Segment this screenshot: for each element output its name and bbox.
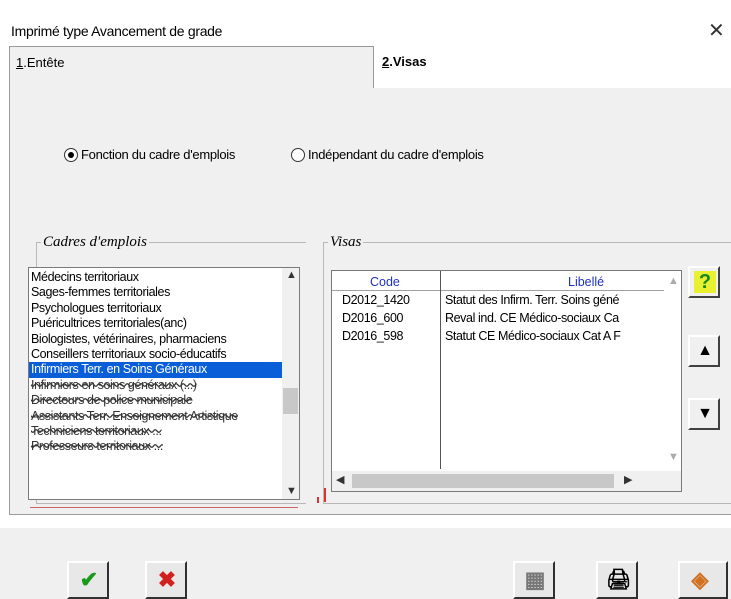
cadres-legend: Cadres d'emplois (41, 234, 149, 251)
keyboard-button[interactable]: ▦ (513, 561, 555, 599)
list-item[interactable]: Médecins territoriaux (29, 270, 283, 285)
title-bar: Imprimé type Avancement de grade ✕ (0, 0, 731, 46)
grid-header: Code Libellé (332, 271, 666, 291)
tab-entete[interactable]: 1.Entête (9, 46, 374, 88)
scroll-up-icon[interactable]: ▲ (668, 276, 679, 287)
tab-visas[interactable]: 2.Visas (374, 46, 731, 88)
radio-fonction-cadre[interactable]: Fonction du cadre d'emplois (64, 147, 235, 162)
cell-code: D2016_600 (342, 311, 404, 325)
list-item[interactable]: Biologistes, vétérinaires, pharmaciens (29, 332, 283, 347)
cell-libelle: Statut des Infirm. Terr. Soins géné (445, 293, 620, 307)
list-item[interactable]: Professeurs territoriaux ... (29, 439, 283, 454)
export-icon: ◈ (691, 567, 709, 592)
grid-horizontal-scrollbar[interactable]: ◀ ▶ (332, 471, 681, 491)
red-mark (324, 488, 326, 502)
grid-vertical-scrollbar[interactable]: ▲ ▼ (664, 271, 681, 469)
scroll-up-icon[interactable]: ▲ (286, 270, 297, 281)
help-icon: ? (694, 271, 716, 293)
cell-libelle: Statut CE Médico-sociaux Cat A F (445, 329, 621, 343)
scroll-down-icon[interactable]: ▼ (668, 452, 679, 463)
list-item[interactable]: Puéricultrices territoriales(anc) (29, 316, 283, 331)
visas-grid[interactable]: Code Libellé D2012_1420 Statut des Infirm… (331, 270, 682, 492)
tab-entete-label: 1.Entête (16, 55, 65, 70)
visas-legend: Visas (328, 234, 364, 251)
window-title: Imprimé type Avancement de grade (11, 23, 223, 39)
column-header-code[interactable]: Code (370, 275, 400, 289)
scroll-thumb[interactable] (283, 388, 298, 414)
red-mark (317, 497, 319, 503)
scroll-left-icon[interactable]: ◀ (336, 475, 344, 486)
cancel-button[interactable]: ✖ (145, 561, 187, 599)
list-item[interactable]: Conseillers territoriaux socio-éducatifs (29, 347, 283, 362)
printer-icon: 🖨 (606, 569, 632, 591)
validate-button[interactable]: ✔ (67, 561, 109, 599)
radio-fonction-cadre-label: Fonction du cadre d'emplois (81, 147, 236, 162)
radio-button[interactable] (291, 147, 305, 162)
keyboard-icon: ▦ (524, 567, 546, 592)
list-item[interactable]: Techniciens territoriaux ... (29, 424, 283, 439)
tab-visas-label: 2.Visas (382, 54, 427, 69)
button-bar: ✔ ✖ ▦ 🖨 ◈ (0, 528, 731, 599)
cadres-scrollbar[interactable]: ▲ ▼ (282, 268, 299, 499)
print-button[interactable]: 🖨 (596, 561, 638, 599)
help-button[interactable]: ? (688, 266, 720, 298)
list-item[interactable]: Infirmiers en soins généraux (...) (29, 378, 283, 393)
radio-button-selected[interactable] (64, 147, 78, 162)
table-row[interactable]: D2016_600 Reval ind. CE Médico-sociaux Ca (332, 311, 666, 329)
red-line (30, 507, 298, 508)
cell-code: D2012_1420 (342, 293, 410, 307)
table-row[interactable]: D2012_1420 Statut des Infirm. Terr. Soins… (332, 293, 666, 311)
list-item[interactable]: Directeurs de police municipale (29, 393, 283, 408)
checkmark-icon: ✔ (79, 567, 99, 592)
list-item[interactable]: Assistants Terr. Enseignement Artistique (29, 409, 283, 424)
column-header-libelle[interactable]: Libellé (568, 275, 604, 289)
tab-strip: 1.Entête 2.Visas (9, 46, 731, 89)
scroll-right-icon[interactable]: ▶ (624, 475, 632, 486)
move-up-button[interactable]: ▲ (688, 335, 720, 367)
list-item[interactable]: Sages-femmes territoriales (29, 285, 283, 300)
radio-independant-cadre-label: Indépendant du cadre d'emplois (308, 147, 484, 162)
close-icon[interactable]: ✕ (708, 18, 725, 43)
cadres-listbox[interactable]: Médecins territoriaux Sages-femmes territ… (28, 267, 300, 500)
table-row[interactable]: D2016_598 Statut CE Médico-sociaux Cat A … (332, 329, 666, 347)
radio-independant-cadre[interactable]: Indépendant du cadre d'emplois (291, 147, 484, 162)
list-item[interactable]: Infirmiers Terr. en Soins Généraux (29, 362, 283, 378)
list-item[interactable]: Psychologues territoriaux (29, 301, 283, 316)
cell-code: D2016_598 (342, 329, 404, 343)
scroll-thumb[interactable] (352, 474, 614, 488)
export-button[interactable]: ◈ (678, 561, 728, 599)
move-down-button[interactable]: ▼ (688, 398, 720, 430)
cross-icon: ✖ (157, 567, 177, 592)
arrow-down-icon: ▼ (697, 405, 713, 422)
scroll-down-icon[interactable]: ▼ (286, 486, 297, 497)
cell-libelle: Reval ind. CE Médico-sociaux Ca (445, 311, 619, 325)
arrow-up-icon: ▲ (697, 342, 713, 359)
